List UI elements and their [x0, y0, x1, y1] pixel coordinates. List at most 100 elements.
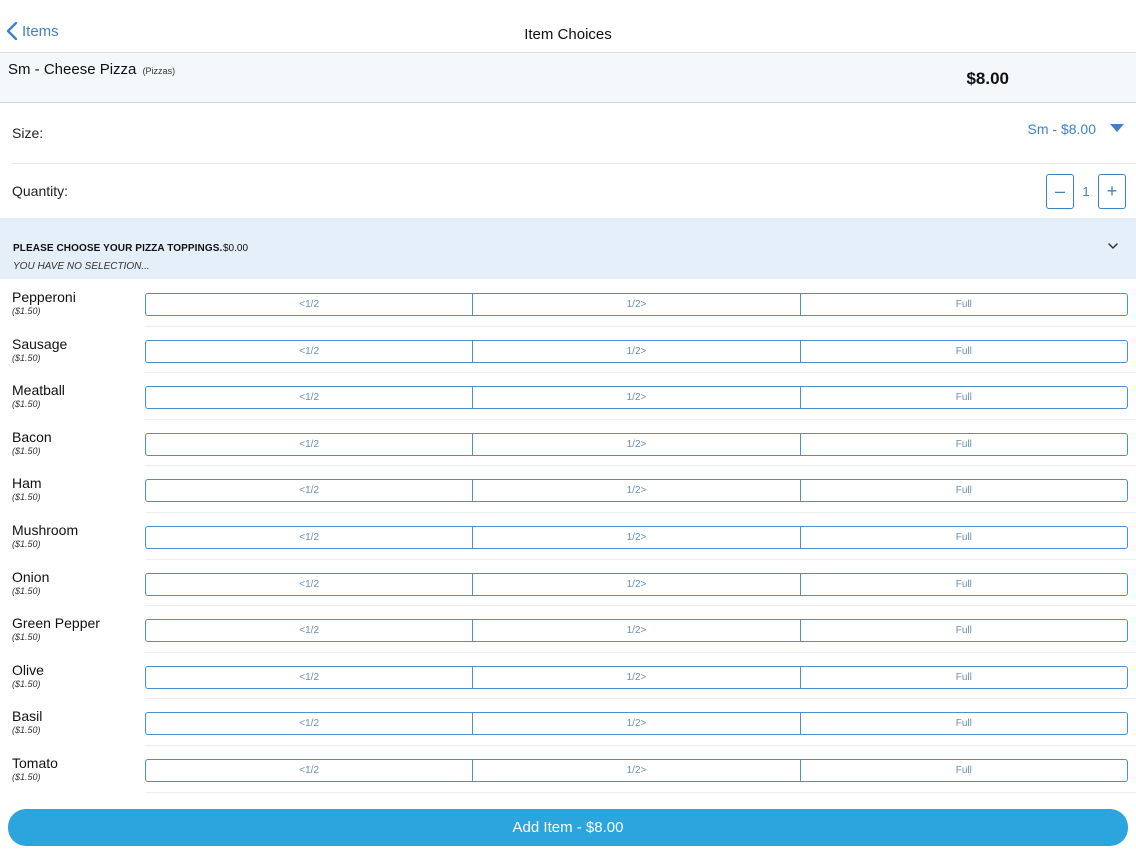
size-label: Size: — [12, 125, 44, 141]
portion-segmented-control: <1/2 1/2> Full — [145, 339, 1128, 363]
topping-price: ($1.50) — [12, 399, 41, 410]
portion-right-half-button[interactable]: 1/2> — [473, 573, 801, 595]
portion-left-half-button[interactable]: <1/2 — [146, 480, 474, 502]
portion-right-half-button[interactable]: 1/2> — [473, 526, 801, 548]
portion-full-button[interactable]: Full — [801, 387, 1127, 408]
topping-price: ($1.50) — [12, 585, 41, 596]
topping-row: Tomato ($1.50) <1/2 1/2> Full — [0, 746, 1136, 793]
portion-full-button[interactable]: Full — [801, 434, 1127, 455]
topping-row: Onion ($1.50) <1/2 1/2> Full — [0, 560, 1136, 607]
add-item-button[interactable]: Add Item - $8.00 — [8, 809, 1128, 846]
portion-right-half-button[interactable]: 1/2> — [473, 713, 801, 735]
portion-full-button[interactable]: Full — [801, 294, 1127, 315]
portion-full-button[interactable]: Full — [801, 713, 1127, 734]
portion-left-half-button[interactable]: <1/2 — [146, 294, 474, 315]
topping-name: Bacon — [12, 428, 52, 445]
topping-name: Basil — [12, 708, 43, 725]
toppings-section-title: PLEASE CHOOSE YOUR PIZZA TOPPINGS. — [13, 243, 223, 254]
portion-full-button[interactable]: Full — [801, 620, 1127, 641]
topping-row: Ham ($1.50) <1/2 1/2> Full — [0, 466, 1136, 513]
item-price: $8.00 — [966, 69, 1009, 88]
portion-left-half-button[interactable]: <1/2 — [146, 573, 474, 595]
topping-row: Sausage ($1.50) <1/2 1/2> Full — [0, 327, 1136, 374]
row-divider — [145, 791, 1136, 793]
quantity-value: 1 — [1082, 184, 1090, 199]
topping-name: Tomato — [12, 754, 58, 771]
topping-row: Bacon ($1.50) <1/2 1/2> Full — [0, 420, 1136, 467]
topping-row: Olive ($1.50) <1/2 1/2> Full — [0, 653, 1136, 700]
toppings-section-price: $0.00 — [223, 243, 249, 254]
topping-name: Ham — [12, 475, 42, 492]
portion-segmented-control: <1/2 1/2> Full — [145, 386, 1128, 410]
size-dropdown[interactable]: Sm - $8.00 — [1028, 121, 1124, 137]
size-row: Size: Sm - $8.00 — [0, 103, 1136, 164]
portion-right-half-button[interactable]: 1/2> — [473, 294, 801, 315]
portion-full-button[interactable]: Full — [801, 527, 1127, 548]
portion-left-half-button[interactable]: <1/2 — [146, 666, 474, 688]
portion-right-half-button[interactable]: 1/2> — [473, 433, 801, 455]
topping-price: ($1.50) — [12, 492, 41, 503]
portion-segmented-control: <1/2 1/2> Full — [145, 572, 1128, 596]
portion-right-half-button[interactable]: 1/2> — [473, 666, 801, 688]
topping-price: ($1.50) — [12, 725, 41, 736]
portion-right-half-button[interactable]: 1/2> — [473, 340, 801, 362]
portion-left-half-button[interactable]: <1/2 — [146, 340, 474, 362]
portion-full-button[interactable]: Full — [801, 574, 1127, 595]
quantity-decrement-button[interactable]: – — [1046, 174, 1074, 209]
topping-name: Mushroom — [12, 521, 79, 538]
quantity-increment-button[interactable]: + — [1098, 174, 1126, 209]
portion-right-half-button[interactable]: 1/2> — [473, 620, 801, 642]
topping-name: Olive — [12, 661, 44, 678]
chevron-down-icon[interactable] — [1107, 241, 1119, 251]
portion-left-half-button[interactable]: <1/2 — [146, 387, 474, 409]
topping-name: Onion — [12, 568, 50, 585]
topping-price: ($1.50) — [12, 538, 41, 549]
portion-full-button[interactable]: Full — [801, 760, 1127, 781]
portion-left-half-button[interactable]: <1/2 — [146, 759, 474, 781]
topping-name: Meatball — [12, 382, 65, 399]
portion-left-half-button[interactable]: <1/2 — [146, 433, 474, 455]
caret-down-icon — [1110, 124, 1124, 132]
portion-full-button[interactable]: Full — [801, 341, 1127, 362]
page-title: Item Choices — [524, 26, 612, 43]
topping-price: ($1.50) — [12, 445, 41, 456]
add-item-bar: Add Item - $8.00 — [0, 800, 1136, 852]
size-selected-value: Sm - $8.00 — [1027, 121, 1096, 137]
quantity-label: Quantity: — [12, 183, 69, 199]
topping-name: Sausage — [12, 335, 68, 352]
portion-segmented-control: <1/2 1/2> Full — [145, 712, 1128, 736]
item-name: Sm - Cheese Pizza — [8, 61, 137, 78]
topping-row: Green Pepper ($1.50) <1/2 1/2> Full — [0, 606, 1136, 653]
item-header: Sm - Cheese Pizza (Pizzas) $8.00 — [0, 53, 1136, 103]
portion-full-button[interactable]: Full — [801, 480, 1127, 501]
portion-segmented-control: <1/2 1/2> Full — [145, 293, 1128, 316]
nav-bar: Items Item Choices — [0, 0, 1136, 53]
topping-row: Mushroom ($1.50) <1/2 1/2> Full — [0, 513, 1136, 560]
topping-row: Basil ($1.50) <1/2 1/2> Full — [0, 699, 1136, 746]
topping-row: Meatball ($1.50) <1/2 1/2> Full — [0, 373, 1136, 420]
portion-segmented-control: <1/2 1/2> Full — [145, 525, 1128, 549]
topping-price: ($1.50) — [12, 306, 41, 316]
topping-name: Green Pepper — [12, 615, 100, 632]
portion-right-half-button[interactable]: 1/2> — [473, 387, 801, 409]
portion-segmented-control: <1/2 1/2> Full — [145, 619, 1128, 643]
toppings-section-header[interactable]: PLEASE CHOOSE YOUR PIZZA TOPPINGS. $0.00… — [0, 218, 1136, 279]
portion-left-half-button[interactable]: <1/2 — [146, 713, 474, 735]
portion-right-half-button[interactable]: 1/2> — [473, 480, 801, 502]
item-category: (Pizzas) — [142, 66, 176, 76]
portion-segmented-control: <1/2 1/2> Full — [145, 432, 1128, 456]
topping-price: ($1.50) — [12, 678, 41, 689]
topping-name: Pepperoni — [12, 289, 76, 305]
portion-right-half-button[interactable]: 1/2> — [473, 759, 801, 781]
toppings-selection-status: YOU HAVE NO SELECTION... — [13, 261, 150, 272]
portion-segmented-control: <1/2 1/2> Full — [145, 665, 1128, 689]
portion-full-button[interactable]: Full — [801, 667, 1127, 688]
portion-segmented-control: <1/2 1/2> Full — [145, 479, 1128, 503]
topping-price: ($1.50) — [12, 352, 41, 363]
toppings-list: Pepperoni ($1.50) <1/2 1/2> Full Sausage ($1.5… — [0, 280, 1136, 793]
topping-price: ($1.50) — [12, 632, 41, 643]
portion-left-half-button[interactable]: <1/2 — [146, 620, 474, 642]
portion-left-half-button[interactable]: <1/2 — [146, 526, 474, 548]
portion-segmented-control: <1/2 1/2> Full — [145, 758, 1128, 782]
topping-row: Pepperoni ($1.50) <1/2 1/2> Full — [0, 280, 1136, 327]
